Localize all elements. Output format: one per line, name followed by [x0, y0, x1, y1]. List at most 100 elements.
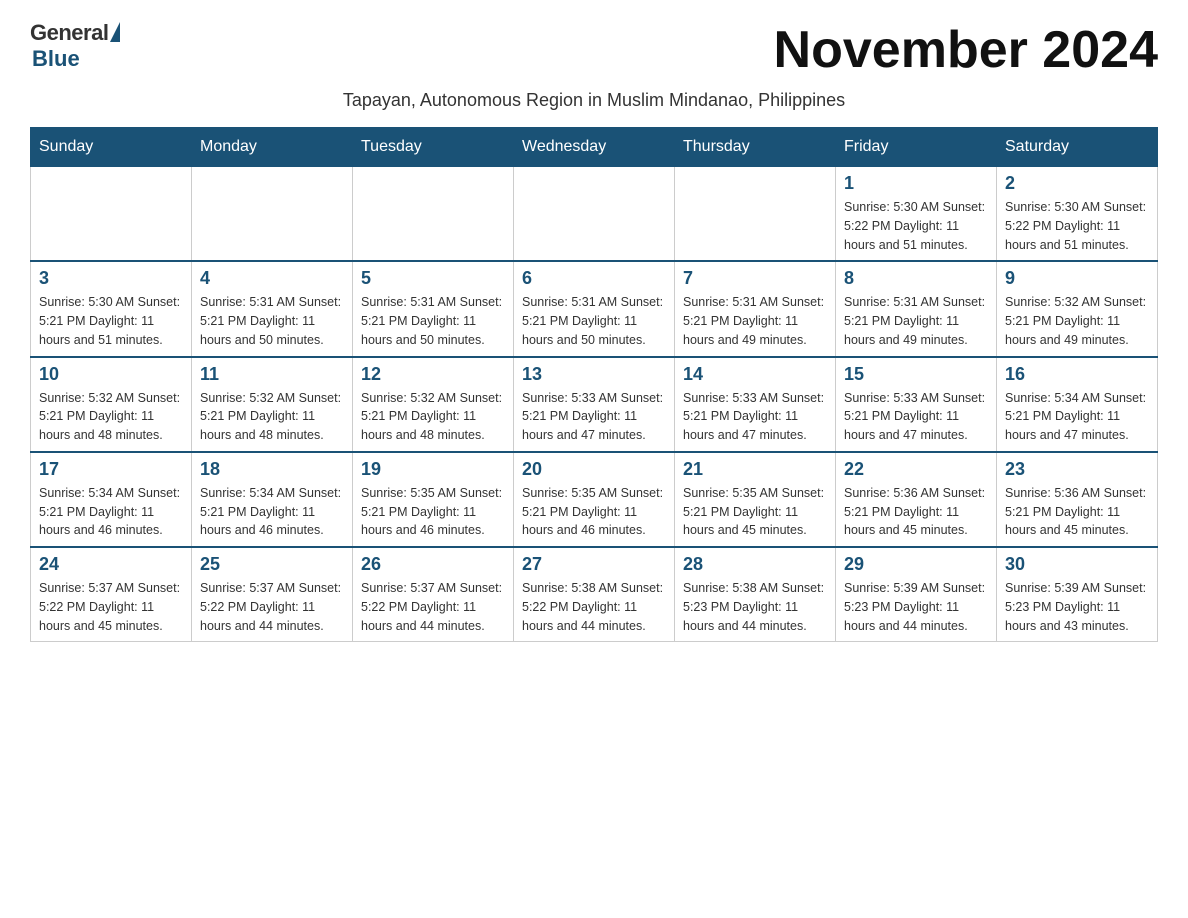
day-number: 26 [361, 554, 505, 575]
calendar-cell: 26 Sunrise: 5:37 AM Sunset: 5:22 PM Dayli… [353, 547, 514, 642]
day-number: 27 [522, 554, 666, 575]
calendar-cell [353, 167, 514, 262]
calendar-cell: 11 Sunrise: 5:32 AM Sunset: 5:21 PM Dayli… [192, 357, 353, 452]
calendar-cell: 13 Sunrise: 5:33 AM Sunset: 5:21 PM Dayli… [514, 357, 675, 452]
calendar-cell: 20 Sunrise: 5:35 AM Sunset: 5:21 PM Dayli… [514, 452, 675, 547]
calendar-cell: 27 Sunrise: 5:38 AM Sunset: 5:22 PM Dayli… [514, 547, 675, 642]
day-number: 14 [683, 364, 827, 385]
day-number: 22 [844, 459, 988, 480]
day-number: 6 [522, 268, 666, 289]
calendar-cell: 4 Sunrise: 5:31 AM Sunset: 5:21 PM Daylig… [192, 261, 353, 356]
day-number: 1 [844, 173, 988, 194]
calendar-cell: 3 Sunrise: 5:30 AM Sunset: 5:21 PM Daylig… [31, 261, 192, 356]
day-info: Sunrise: 5:30 AM Sunset: 5:21 PM Dayligh… [39, 293, 183, 349]
day-info: Sunrise: 5:33 AM Sunset: 5:21 PM Dayligh… [522, 389, 666, 445]
day-number: 21 [683, 459, 827, 480]
day-info: Sunrise: 5:30 AM Sunset: 5:22 PM Dayligh… [844, 198, 988, 254]
day-info: Sunrise: 5:32 AM Sunset: 5:21 PM Dayligh… [361, 389, 505, 445]
calendar-cell: 12 Sunrise: 5:32 AM Sunset: 5:21 PM Dayli… [353, 357, 514, 452]
calendar-cell: 28 Sunrise: 5:38 AM Sunset: 5:23 PM Dayli… [675, 547, 836, 642]
day-info: Sunrise: 5:36 AM Sunset: 5:21 PM Dayligh… [1005, 484, 1149, 540]
day-info: Sunrise: 5:30 AM Sunset: 5:22 PM Dayligh… [1005, 198, 1149, 254]
calendar-cell: 30 Sunrise: 5:39 AM Sunset: 5:23 PM Dayli… [997, 547, 1158, 642]
logo: General Blue [30, 20, 120, 72]
day-number: 20 [522, 459, 666, 480]
logo-blue-text: Blue [30, 46, 120, 72]
day-info: Sunrise: 5:38 AM Sunset: 5:22 PM Dayligh… [522, 579, 666, 635]
day-number: 25 [200, 554, 344, 575]
day-info: Sunrise: 5:31 AM Sunset: 5:21 PM Dayligh… [683, 293, 827, 349]
day-number: 7 [683, 268, 827, 289]
calendar-cell: 19Sunrise: 5:35 AM Sunset: 5:21 PM Dayli… [353, 452, 514, 547]
day-info: Sunrise: 5:31 AM Sunset: 5:21 PM Dayligh… [361, 293, 505, 349]
subtitle: Tapayan, Autonomous Region in Muslim Min… [30, 90, 1158, 111]
day-number: 13 [522, 364, 666, 385]
calendar-cell: 8Sunrise: 5:31 AM Sunset: 5:21 PM Daylig… [836, 261, 997, 356]
day-number: 17 [39, 459, 183, 480]
col-header-friday: Friday [836, 128, 997, 167]
day-info: Sunrise: 5:32 AM Sunset: 5:21 PM Dayligh… [39, 389, 183, 445]
day-number: 30 [1005, 554, 1149, 575]
day-number: 12 [361, 364, 505, 385]
day-info: Sunrise: 5:34 AM Sunset: 5:21 PM Dayligh… [200, 484, 344, 540]
col-header-saturday: Saturday [997, 128, 1158, 167]
calendar-week-row: 1 Sunrise: 5:30 AM Sunset: 5:22 PM Daylig… [31, 167, 1158, 262]
day-number: 24 [39, 554, 183, 575]
day-info: Sunrise: 5:37 AM Sunset: 5:22 PM Dayligh… [200, 579, 344, 635]
day-info: Sunrise: 5:32 AM Sunset: 5:21 PM Dayligh… [1005, 293, 1149, 349]
logo-general-text: General [30, 20, 108, 46]
day-number: 5 [361, 268, 505, 289]
day-number: 11 [200, 364, 344, 385]
calendar-cell: 6 Sunrise: 5:31 AM Sunset: 5:21 PM Daylig… [514, 261, 675, 356]
day-info: Sunrise: 5:36 AM Sunset: 5:21 PM Dayligh… [844, 484, 988, 540]
day-info: Sunrise: 5:35 AM Sunset: 5:21 PM Dayligh… [361, 484, 505, 540]
calendar-week-row: 10 Sunrise: 5:32 AM Sunset: 5:21 PM Dayli… [31, 357, 1158, 452]
day-info: Sunrise: 5:37 AM Sunset: 5:22 PM Dayligh… [361, 579, 505, 635]
day-number: 3 [39, 268, 183, 289]
calendar-cell: 22 Sunrise: 5:36 AM Sunset: 5:21 PM Dayli… [836, 452, 997, 547]
day-info: Sunrise: 5:34 AM Sunset: 5:21 PM Dayligh… [39, 484, 183, 540]
calendar-week-row: 24 Sunrise: 5:37 AM Sunset: 5:22 PM Dayli… [31, 547, 1158, 642]
page-title: November 2024 [774, 20, 1158, 80]
day-info: Sunrise: 5:39 AM Sunset: 5:23 PM Dayligh… [844, 579, 988, 635]
col-header-monday: Monday [192, 128, 353, 167]
day-number: 18 [200, 459, 344, 480]
calendar-cell: 15Sunrise: 5:33 AM Sunset: 5:21 PM Dayli… [836, 357, 997, 452]
day-info: Sunrise: 5:38 AM Sunset: 5:23 PM Dayligh… [683, 579, 827, 635]
day-number: 15 [844, 364, 988, 385]
calendar-cell: 7 Sunrise: 5:31 AM Sunset: 5:21 PM Daylig… [675, 261, 836, 356]
calendar-cell: 23 Sunrise: 5:36 AM Sunset: 5:21 PM Dayli… [997, 452, 1158, 547]
col-header-sunday: Sunday [31, 128, 192, 167]
day-number: 10 [39, 364, 183, 385]
day-info: Sunrise: 5:31 AM Sunset: 5:21 PM Dayligh… [200, 293, 344, 349]
day-number: 29 [844, 554, 988, 575]
col-header-wednesday: Wednesday [514, 128, 675, 167]
day-number: 16 [1005, 364, 1149, 385]
day-number: 23 [1005, 459, 1149, 480]
day-number: 28 [683, 554, 827, 575]
calendar-cell: 1 Sunrise: 5:30 AM Sunset: 5:22 PM Daylig… [836, 167, 997, 262]
calendar-cell: 10 Sunrise: 5:32 AM Sunset: 5:21 PM Dayli… [31, 357, 192, 452]
calendar-cell: 14Sunrise: 5:33 AM Sunset: 5:21 PM Dayli… [675, 357, 836, 452]
calendar-week-row: 3 Sunrise: 5:30 AM Sunset: 5:21 PM Daylig… [31, 261, 1158, 356]
calendar-cell: 5 Sunrise: 5:31 AM Sunset: 5:21 PM Daylig… [353, 261, 514, 356]
calendar-cell: 17 Sunrise: 5:34 AM Sunset: 5:21 PM Dayli… [31, 452, 192, 547]
day-info: Sunrise: 5:31 AM Sunset: 5:21 PM Dayligh… [522, 293, 666, 349]
calendar-table: SundayMondayTuesdayWednesdayThursdayFrid… [30, 127, 1158, 642]
day-info: Sunrise: 5:35 AM Sunset: 5:21 PM Dayligh… [522, 484, 666, 540]
calendar-cell [192, 167, 353, 262]
day-info: Sunrise: 5:39 AM Sunset: 5:23 PM Dayligh… [1005, 579, 1149, 635]
day-info: Sunrise: 5:34 AM Sunset: 5:21 PM Dayligh… [1005, 389, 1149, 445]
logo-triangle-icon [110, 22, 120, 42]
day-number: 4 [200, 268, 344, 289]
calendar-cell: 29 Sunrise: 5:39 AM Sunset: 5:23 PM Dayli… [836, 547, 997, 642]
calendar-cell: 2 Sunrise: 5:30 AM Sunset: 5:22 PM Daylig… [997, 167, 1158, 262]
calendar-week-row: 17 Sunrise: 5:34 AM Sunset: 5:21 PM Dayli… [31, 452, 1158, 547]
day-number: 2 [1005, 173, 1149, 194]
calendar-cell [675, 167, 836, 262]
day-info: Sunrise: 5:32 AM Sunset: 5:21 PM Dayligh… [200, 389, 344, 445]
day-info: Sunrise: 5:37 AM Sunset: 5:22 PM Dayligh… [39, 579, 183, 635]
day-number: 8 [844, 268, 988, 289]
calendar-cell: 21Sunrise: 5:35 AM Sunset: 5:21 PM Dayli… [675, 452, 836, 547]
calendar-cell [31, 167, 192, 262]
